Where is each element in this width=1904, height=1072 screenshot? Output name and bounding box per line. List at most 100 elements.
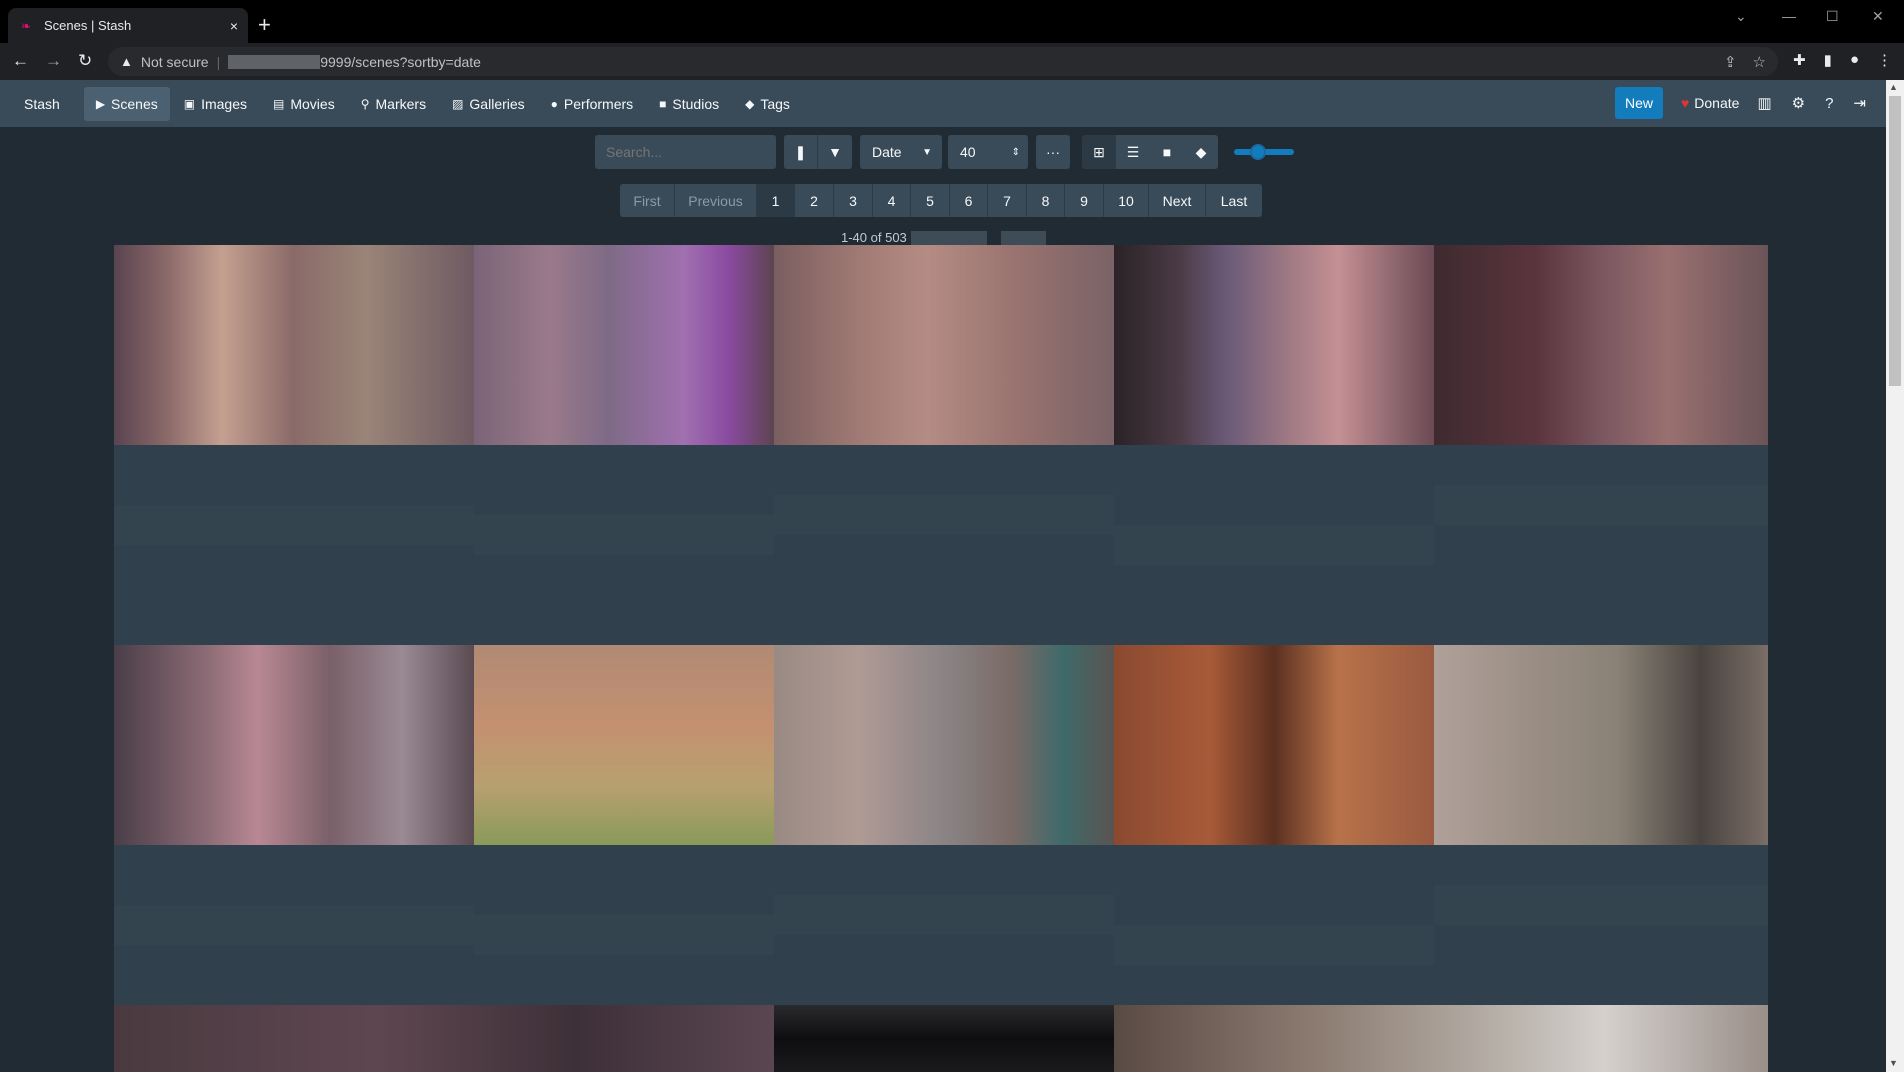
page-8-button[interactable]: 8 [1027, 184, 1065, 217]
page-4-button[interactable]: 4 [873, 184, 911, 217]
donate-button[interactable]: ♥ Donate [1681, 95, 1739, 111]
scene-card[interactable] [774, 645, 1114, 1045]
back-icon[interactable]: ← [12, 51, 29, 71]
scene-card[interactable] [114, 1005, 774, 1072]
nav-item-movies[interactable]: ▤ Movies [261, 87, 347, 121]
page-previous-button[interactable]: Previous [675, 184, 757, 217]
tab-close-icon[interactable]: × [230, 18, 238, 34]
scene-card[interactable] [474, 245, 774, 645]
nav-item-tags[interactable]: ◆ Tags [733, 87, 802, 121]
wall-view-button[interactable]: ■ [1150, 135, 1184, 169]
nav-item-label: Tags [760, 95, 790, 112]
scene-thumbnail[interactable] [474, 245, 774, 445]
scroll-up-icon[interactable]: ▲ [1889, 82, 1898, 92]
more-options-button[interactable]: ··· [1036, 135, 1070, 169]
search-input[interactable] [595, 135, 776, 169]
scene-thumbnail[interactable] [1114, 645, 1434, 845]
per-page-value: 40 [960, 144, 976, 160]
scene-card[interactable] [1434, 245, 1768, 645]
ellipsis-icon: ··· [1046, 144, 1060, 160]
brand-link[interactable]: Stash [24, 96, 60, 112]
page-1-button[interactable]: 1 [757, 184, 795, 217]
url-text[interactable]: 9999/scenes?sortby=date [320, 54, 481, 70]
logout-icon[interactable]: ⇥ [1853, 94, 1866, 112]
result-count-text: 1-40 of 503 [841, 230, 907, 245]
list-toolbar: ❚ ▼ Date ▼ 40 ⇕ ··· ⊞ ☰ ■ ◆ [595, 135, 1294, 169]
sort-by-label: Date [872, 144, 902, 160]
zoom-slider-knob[interactable] [1250, 144, 1266, 160]
scene-card[interactable] [114, 245, 474, 645]
nav-item-studios[interactable]: ■ Studios [647, 87, 731, 121]
extensions-icon[interactable]: ✚ [1793, 51, 1806, 69]
nav-item-performers[interactable]: ● Performers [539, 87, 645, 121]
scene-card[interactable] [1434, 645, 1768, 1045]
security-label[interactable]: Not secure [141, 54, 209, 70]
browser-tab[interactable]: ❧ Scenes | Stash × [8, 8, 248, 43]
scene-thumbnail[interactable] [774, 645, 1114, 845]
scene-thumbnail[interactable] [1114, 245, 1434, 445]
page-7-button[interactable]: 7 [988, 184, 1027, 217]
scene-card-body [774, 445, 1114, 645]
side-panel-icon[interactable]: ▮ [1824, 51, 1832, 69]
forward-icon[interactable]: → [45, 51, 62, 71]
page-5-button[interactable]: 5 [911, 184, 950, 217]
help-icon[interactable]: ? [1825, 95, 1833, 112]
gear-icon[interactable]: ⚙ [1792, 94, 1805, 112]
scene-card[interactable] [774, 1005, 1114, 1072]
scene-thumbnail[interactable] [774, 245, 1114, 445]
scene-thumbnail[interactable] [1434, 645, 1768, 845]
menu-icon[interactable]: ⋮ [1877, 51, 1892, 69]
page-6-button[interactable]: 6 [950, 184, 988, 217]
nav-item-images[interactable]: ▣ Images [172, 87, 259, 121]
nav-item-markers[interactable]: ⚲ Markers [349, 87, 438, 121]
sort-by-select[interactable]: Date ▼ [860, 135, 942, 169]
maximize-icon[interactable]: ☐ [1826, 8, 1839, 25]
list-view-button[interactable]: ☰ [1116, 135, 1150, 169]
scene-thumbnail[interactable] [114, 245, 474, 445]
filter-icon: ▼ [828, 144, 842, 160]
scene-thumbnail[interactable] [114, 645, 474, 845]
filter-button[interactable]: ▼ [818, 135, 852, 169]
scene-thumbnail[interactable] [1434, 245, 1768, 445]
new-tab-button[interactable]: + [258, 12, 271, 38]
zoom-slider[interactable] [1234, 144, 1294, 160]
scene-thumbnail[interactable] [474, 645, 774, 845]
nav-item-scenes[interactable]: ▶ Scenes [83, 86, 170, 121]
saved-filters-button[interactable]: ❚ [784, 135, 818, 169]
star-icon[interactable]: ☆ [1753, 53, 1766, 71]
scrollbar-thumb[interactable] [1889, 96, 1901, 386]
page-10-button[interactable]: 10 [1104, 184, 1149, 217]
scene-thumbnail[interactable] [774, 1005, 1114, 1072]
page-2-button[interactable]: 2 [795, 184, 834, 217]
page-next-button[interactable]: Next [1149, 184, 1206, 217]
nav-item-galleries[interactable]: ▨ Galleries [440, 87, 537, 121]
page-first-button[interactable]: First [620, 184, 675, 217]
minimize-icon[interactable]: — [1782, 8, 1796, 24]
per-page-select[interactable]: 40 ⇕ [948, 135, 1028, 169]
window-close-icon[interactable]: ✕ [1872, 8, 1884, 25]
scene-card[interactable] [1114, 1005, 1768, 1072]
grid-view-button[interactable]: ⊞ [1082, 135, 1116, 169]
scene-thumbnail[interactable] [1114, 1005, 1768, 1072]
address-bar[interactable]: ▲ Not secure | 9999/scenes?sortby=date ⇪… [108, 47, 1778, 76]
page-9-button[interactable]: 9 [1065, 184, 1104, 217]
share-icon[interactable]: ⇪ [1724, 53, 1737, 71]
scene-thumbnail[interactable] [114, 1005, 774, 1072]
scene-card[interactable] [774, 245, 1114, 645]
profile-icon[interactable]: ● [1850, 51, 1859, 69]
scene-card[interactable] [1114, 245, 1434, 645]
scene-card[interactable] [1114, 645, 1434, 1045]
scene-card[interactable] [474, 645, 774, 1045]
new-button[interactable]: New [1614, 87, 1663, 119]
tagger-view-button[interactable]: ◆ [1184, 135, 1218, 169]
scroll-down-icon[interactable]: ▼ [1889, 1058, 1898, 1068]
play-circle-icon: ▶ [95, 96, 106, 111]
browser-tab-strip: ❧ Scenes | Stash × + ⌄ — ☐ ✕ [0, 0, 1904, 43]
pagination: First Previous 1 2 3 4 5 6 7 8 9 10 Next… [620, 184, 1262, 217]
stats-icon[interactable]: ▥ [1757, 94, 1771, 112]
tab-search-icon[interactable]: ⌄ [1735, 8, 1747, 25]
reload-icon[interactable]: ↻ [78, 51, 92, 71]
page-3-button[interactable]: 3 [834, 184, 873, 217]
page-last-button[interactable]: Last [1206, 184, 1262, 217]
scene-card[interactable] [114, 645, 474, 1045]
